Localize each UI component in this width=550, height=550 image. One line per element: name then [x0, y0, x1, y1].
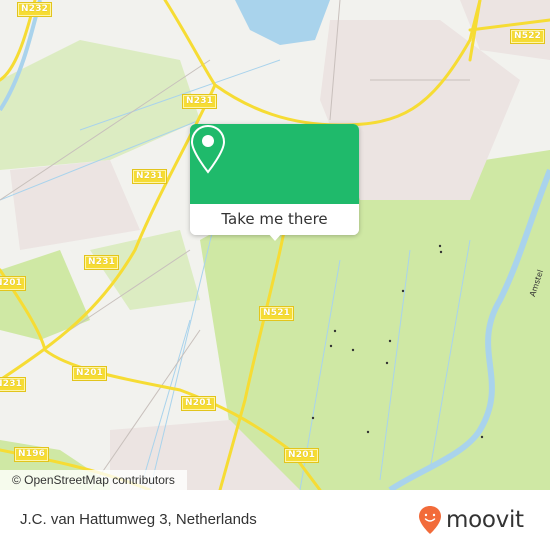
urban-area [10, 160, 140, 250]
road-shield-n231: N231 [181, 94, 218, 109]
popup-header [190, 124, 359, 204]
moovit-smile-pin-icon [419, 506, 441, 534]
road-shield-n232: N232 [16, 2, 53, 17]
footer-bar: J.C. van Hattumweg 3, Netherlands moovit [0, 490, 550, 550]
lake [235, 0, 330, 45]
road-shield-n231: N231 [83, 255, 120, 270]
road-shield-n521: N521 [258, 306, 295, 321]
take-me-there-button[interactable]: Take me there [190, 204, 359, 235]
road-shield-n201: N201 [283, 448, 320, 463]
map-view[interactable]: N232 N231 N231 N231 N201 N231 N201 N201 … [0, 0, 550, 490]
address-text: J.C. van Hattumweg 3, Netherlands [20, 511, 257, 528]
map-canvas [0, 0, 550, 490]
meadow-area [90, 230, 200, 310]
map-attribution[interactable]: © OpenStreetMap contributors [0, 470, 187, 490]
road-shield-n201: N201 [180, 396, 217, 411]
road-shield-n196: N196 [13, 447, 50, 462]
destination-popup: Take me there [190, 124, 359, 241]
road-shield-n201: N201 [71, 366, 108, 381]
map-pin-icon [190, 124, 226, 174]
road-shield-n231: N231 [131, 169, 168, 184]
meadow-area [0, 250, 90, 340]
moovit-logo-text: moovit [446, 507, 524, 533]
popup-pointer [267, 232, 283, 241]
road-shield-n522: N522 [509, 29, 546, 44]
road-shield-n231: N231 [0, 377, 27, 392]
road-shield-n201: N201 [0, 276, 27, 291]
moovit-logo[interactable]: moovit [418, 504, 524, 536]
meadow-area [0, 40, 200, 170]
